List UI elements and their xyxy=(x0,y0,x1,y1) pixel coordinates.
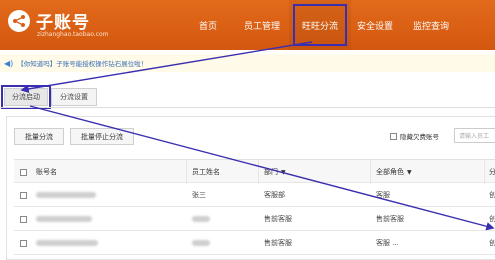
department: 客服部 xyxy=(264,191,285,199)
department: 售前客服 xyxy=(264,215,292,223)
row-checkbox[interactable] xyxy=(20,207,27,231)
nav-security-settings[interactable]: 安全设置 xyxy=(352,0,398,50)
table-row: 售前客服 客服 ... 创 xyxy=(14,231,495,255)
share-logo-icon xyxy=(8,10,30,32)
divert-status: 创 xyxy=(489,239,495,247)
department: 售前客服 xyxy=(264,239,292,247)
batch-divert-button[interactable]: 批量分流 xyxy=(14,128,64,145)
staff-name-redacted xyxy=(192,231,210,255)
tip-bar: ◀) 【你知道吗】子账号能授权操作钻石展位啦！ xyxy=(0,54,495,72)
table-header-row: 账号名 员工姓名 部门 ▼ 全部角色 ▼ 分 xyxy=(14,159,495,184)
hide-arrears-checkbox[interactable] xyxy=(390,132,397,140)
table-row: 张三 客服部 客服 创 xyxy=(14,183,495,207)
column-staff-name: 员工姓名 xyxy=(192,168,220,176)
nav-staff-management[interactable]: 员工管理 xyxy=(238,0,286,50)
divert-status: 创 xyxy=(489,191,495,199)
hide-arrears-label: 隐藏欠费账号 xyxy=(400,133,439,141)
batch-stop-divert-button[interactable]: 批量停止分流 xyxy=(70,128,134,145)
table-row: 售前客服 售前客服 创 xyxy=(14,207,495,231)
tab-divert-settings[interactable]: 分流设置 xyxy=(51,88,97,106)
column-divert: 分 xyxy=(489,168,495,176)
account-name-redacted xyxy=(36,207,92,231)
app-title: 子账号 xyxy=(36,13,90,33)
column-department-filter[interactable]: 部门 ▼ xyxy=(264,160,286,184)
column-role-filter[interactable]: 全部角色 ▼ xyxy=(376,160,412,184)
divert-status: 创 xyxy=(489,215,495,223)
staff-name-redacted xyxy=(192,207,210,231)
top-header: 子账号 zizhanghao.taobao.com 首页 员工管理 旺旺分流 安… xyxy=(0,0,495,50)
column-department: 部门 xyxy=(264,168,278,176)
tab-divert-start[interactable]: 分流启动 xyxy=(1,85,51,109)
row-checkbox[interactable] xyxy=(20,183,27,207)
role: 客服 xyxy=(376,191,390,199)
row-checkbox[interactable] xyxy=(20,231,27,255)
account-name-redacted xyxy=(36,183,96,207)
tab-divider xyxy=(0,107,495,108)
staff-name: 张三 xyxy=(192,191,206,199)
hide-arrears-option[interactable]: 隐藏欠费账号 xyxy=(390,131,439,141)
speaker-icon: ◀) xyxy=(4,58,14,68)
role-dropdown-icon: ▼ xyxy=(407,168,412,176)
role: 售前客服 xyxy=(376,215,404,223)
nav-wangwang-divert[interactable]: 旺旺分流 xyxy=(289,0,351,50)
tip-link[interactable]: 【你知道吗】子账号能授权操作钻石展位啦！ xyxy=(17,58,147,68)
select-all-checkbox[interactable] xyxy=(20,160,27,184)
nav-home[interactable]: 首页 xyxy=(190,0,226,50)
account-name-redacted xyxy=(36,231,98,255)
nav-monitor-query[interactable]: 监控查询 xyxy=(405,0,457,50)
department-dropdown-icon: ▼ xyxy=(281,168,286,176)
search-input[interactable]: 请输入员工 xyxy=(454,128,495,143)
app-domain: zizhanghao.taobao.com xyxy=(37,31,109,38)
column-role: 全部角色 xyxy=(376,168,404,176)
column-account: 账号名 xyxy=(36,168,57,176)
role: 客服 ... xyxy=(376,239,399,247)
